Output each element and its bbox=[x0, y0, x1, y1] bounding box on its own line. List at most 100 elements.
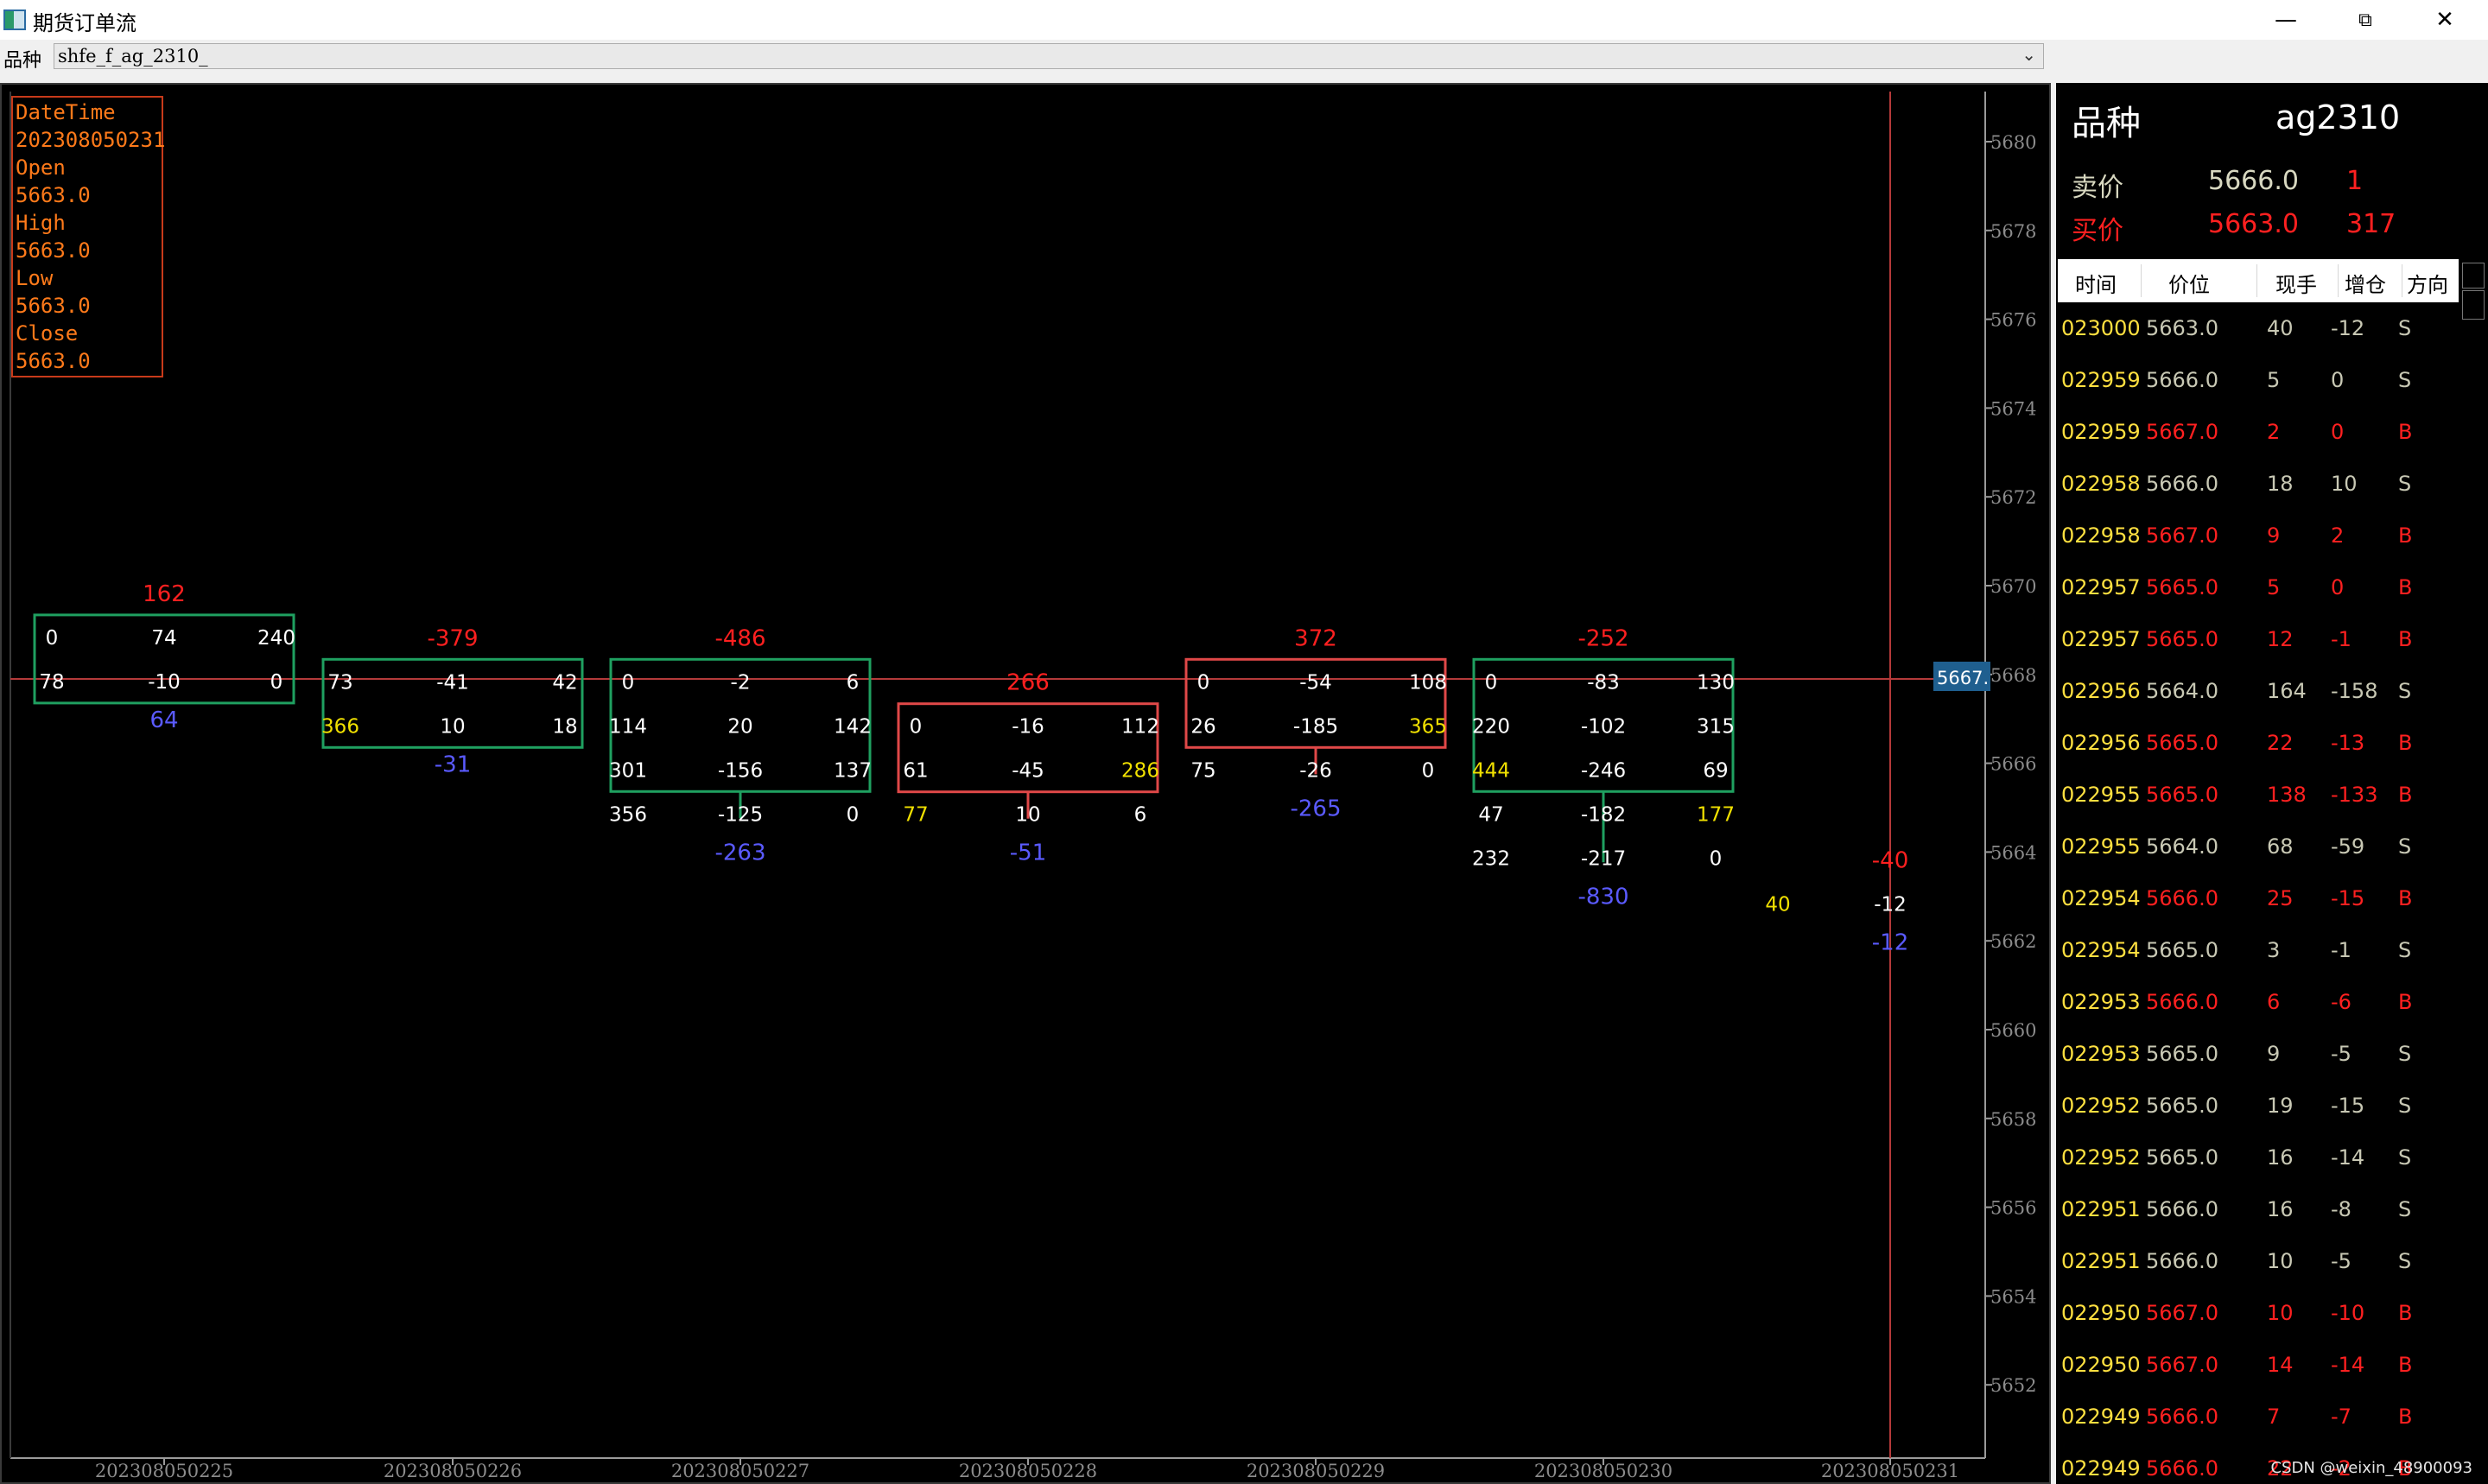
bar-cell: -2 bbox=[731, 671, 751, 694]
symbol-combobox[interactable]: shfe_f_ag_2310_ ⌄ bbox=[54, 43, 2044, 69]
tick-price: 5667.0 bbox=[2146, 1301, 2218, 1325]
price-tick-label: 5652 bbox=[1990, 1375, 2036, 1396]
col-divider bbox=[2338, 264, 2339, 297]
tick-time: 022951 bbox=[2061, 1249, 2141, 1273]
tick-time: 022955 bbox=[2061, 783, 2141, 807]
tick-row[interactable]: 022959 5667.0 2 0 B bbox=[2058, 406, 2459, 458]
scroll-thumb[interactable] bbox=[2462, 290, 2485, 320]
tick-row[interactable]: 022954 5666.0 25 -15 B bbox=[2058, 872, 2459, 924]
symbol-caption: 品种 bbox=[2072, 104, 2141, 143]
tick-volume: 18 bbox=[2267, 472, 2294, 496]
bar-cell: 220 bbox=[1472, 715, 1510, 738]
bar-delta: -486 bbox=[714, 625, 765, 651]
bar-cell: 112 bbox=[1121, 716, 1159, 739]
tick-scrollbar[interactable] bbox=[2459, 259, 2488, 1484]
symbol-code: ag2310 bbox=[2275, 98, 2401, 136]
tick-table[interactable]: 时间 价位 现手 增仓 方向 023000 5663.0 40 -12 S 022959 5… bbox=[2058, 259, 2459, 1484]
tick-oi-change: -158 bbox=[2331, 679, 2378, 703]
tick-direction: B bbox=[2398, 1301, 2413, 1325]
bar-cell: 18 bbox=[552, 715, 577, 738]
chevron-down-icon[interactable]: ⌄ bbox=[2022, 44, 2036, 65]
bar-delta: 266 bbox=[1006, 670, 1050, 696]
tick-direction: B bbox=[2398, 420, 2413, 444]
bar-cell: 75 bbox=[1190, 759, 1215, 782]
col-oi-change[interactable]: 增仓 bbox=[2345, 268, 2386, 298]
tick-row[interactable]: 022955 5664.0 68 -59 S bbox=[2058, 821, 2459, 872]
tick-direction: B bbox=[2398, 575, 2413, 599]
tick-volume: 138 bbox=[2267, 783, 2307, 807]
tick-oi-change: -59 bbox=[2331, 834, 2365, 859]
tick-row[interactable]: 022950 5667.0 14 -14 B bbox=[2058, 1339, 2459, 1391]
tick-direction: S bbox=[2398, 1042, 2412, 1066]
tick-oi-change: -13 bbox=[2331, 731, 2365, 755]
tick-row[interactable]: 022955 5665.0 138 -133 B bbox=[2058, 769, 2459, 821]
tick-direction: S bbox=[2398, 1094, 2412, 1118]
tick-oi-change: -14 bbox=[2331, 1145, 2365, 1170]
tick-row[interactable]: 022959 5666.0 5 0 S bbox=[2058, 354, 2459, 406]
close-button[interactable]: ✕ bbox=[2405, 0, 2485, 40]
bid-volume: 317 bbox=[2346, 209, 2396, 239]
restore-button[interactable]: ⧉ bbox=[2326, 0, 2405, 40]
bar-cell: 356 bbox=[609, 803, 647, 826]
tick-time: 022957 bbox=[2061, 627, 2141, 651]
ask-price: 5666.0 bbox=[2208, 166, 2299, 196]
tick-row[interactable]: 022957 5665.0 12 -1 B bbox=[2058, 613, 2459, 665]
bar-cell: 42 bbox=[552, 671, 577, 694]
tick-row[interactable]: 022958 5666.0 18 10 S bbox=[2058, 458, 2459, 510]
tick-volume: 14 bbox=[2267, 1353, 2294, 1377]
tick-price: 5666.0 bbox=[2146, 1197, 2218, 1221]
order-flow-chart[interactable]: 5680 5678 5676 5674 5672 5670 5668 5666 5664 5662… bbox=[0, 83, 2051, 1484]
tick-oi-change: 0 bbox=[2331, 420, 2345, 444]
tick-row[interactable]: 022949 5666.0 7 -7 B bbox=[2058, 1391, 2459, 1443]
tick-row[interactable]: 022950 5667.0 10 -10 B bbox=[2058, 1287, 2459, 1339]
tick-price: 5666.0 bbox=[2146, 886, 2218, 910]
bid-label: 买价 bbox=[2072, 216, 2123, 246]
tick-time: 022954 bbox=[2061, 938, 2141, 962]
bar-cell: 444 bbox=[1472, 759, 1510, 782]
minimize-button[interactable]: — bbox=[2246, 0, 2326, 40]
scroll-up-button[interactable] bbox=[2462, 263, 2485, 289]
tick-row[interactable]: 022953 5665.0 9 -5 S bbox=[2058, 1028, 2459, 1080]
tick-time: 022958 bbox=[2061, 523, 2141, 548]
price-tick-label: 5654 bbox=[1990, 1286, 2036, 1307]
tick-row[interactable]: 022951 5666.0 10 -5 S bbox=[2058, 1235, 2459, 1287]
bar-cell: 10 bbox=[440, 715, 465, 738]
bar-cell: 0 bbox=[910, 716, 923, 739]
bar-cell: 240 bbox=[257, 627, 295, 650]
price-tick-label: 5670 bbox=[1990, 576, 2036, 597]
col-divider bbox=[2141, 264, 2142, 297]
tick-row[interactable]: 022956 5664.0 164 -158 S bbox=[2058, 665, 2459, 717]
col-volume[interactable]: 现手 bbox=[2275, 268, 2317, 298]
tick-row[interactable]: 022954 5665.0 3 -1 S bbox=[2058, 924, 2459, 976]
tick-time: 022949 bbox=[2061, 1456, 2141, 1481]
tick-direction: S bbox=[2398, 679, 2412, 703]
tick-row[interactable]: 022957 5665.0 5 0 B bbox=[2058, 561, 2459, 613]
price-tick-label: 5676 bbox=[1990, 310, 2036, 331]
col-direction[interactable]: 方向 bbox=[2407, 268, 2448, 298]
tick-row[interactable]: 022952 5665.0 16 -14 S bbox=[2058, 1132, 2459, 1183]
tick-direction: S bbox=[2398, 368, 2412, 392]
tick-volume: 25 bbox=[2267, 886, 2294, 910]
bar-cell: 315 bbox=[1697, 715, 1735, 738]
tick-row[interactable]: 022953 5666.0 6 -6 B bbox=[2058, 976, 2459, 1028]
col-time[interactable]: 时间 bbox=[2075, 268, 2117, 298]
tick-row[interactable]: 022951 5666.0 16 -8 S bbox=[2058, 1183, 2459, 1235]
tick-row[interactable]: 022952 5665.0 19 -15 S bbox=[2058, 1080, 2459, 1132]
bar-cell: 108 bbox=[1409, 671, 1447, 694]
tick-volume: 16 bbox=[2267, 1197, 2294, 1221]
bar-cell: 78 bbox=[39, 671, 64, 694]
tick-row[interactable]: 023000 5663.0 40 -12 S bbox=[2058, 302, 2459, 354]
bar-cell: 0 bbox=[1710, 847, 1723, 870]
tick-row[interactable]: 022958 5667.0 9 2 B bbox=[2058, 510, 2459, 561]
tick-row[interactable]: 022956 5665.0 22 -13 B bbox=[2058, 717, 2459, 769]
tick-volume: 68 bbox=[2267, 834, 2294, 859]
bar-total: -830 bbox=[1577, 884, 1628, 910]
tick-volume: 7 bbox=[2267, 1405, 2281, 1429]
tick-oi-change: -15 bbox=[2331, 886, 2365, 910]
col-price[interactable]: 价位 bbox=[2168, 268, 2210, 298]
price-tick-label: 5658 bbox=[1990, 1109, 2036, 1130]
bar-cell: 232 bbox=[1472, 847, 1510, 870]
bar-cell: -12 bbox=[1874, 893, 1907, 916]
ohlc-info-line: 202308050231 bbox=[16, 128, 165, 152]
tick-price: 5666.0 bbox=[2146, 990, 2218, 1014]
